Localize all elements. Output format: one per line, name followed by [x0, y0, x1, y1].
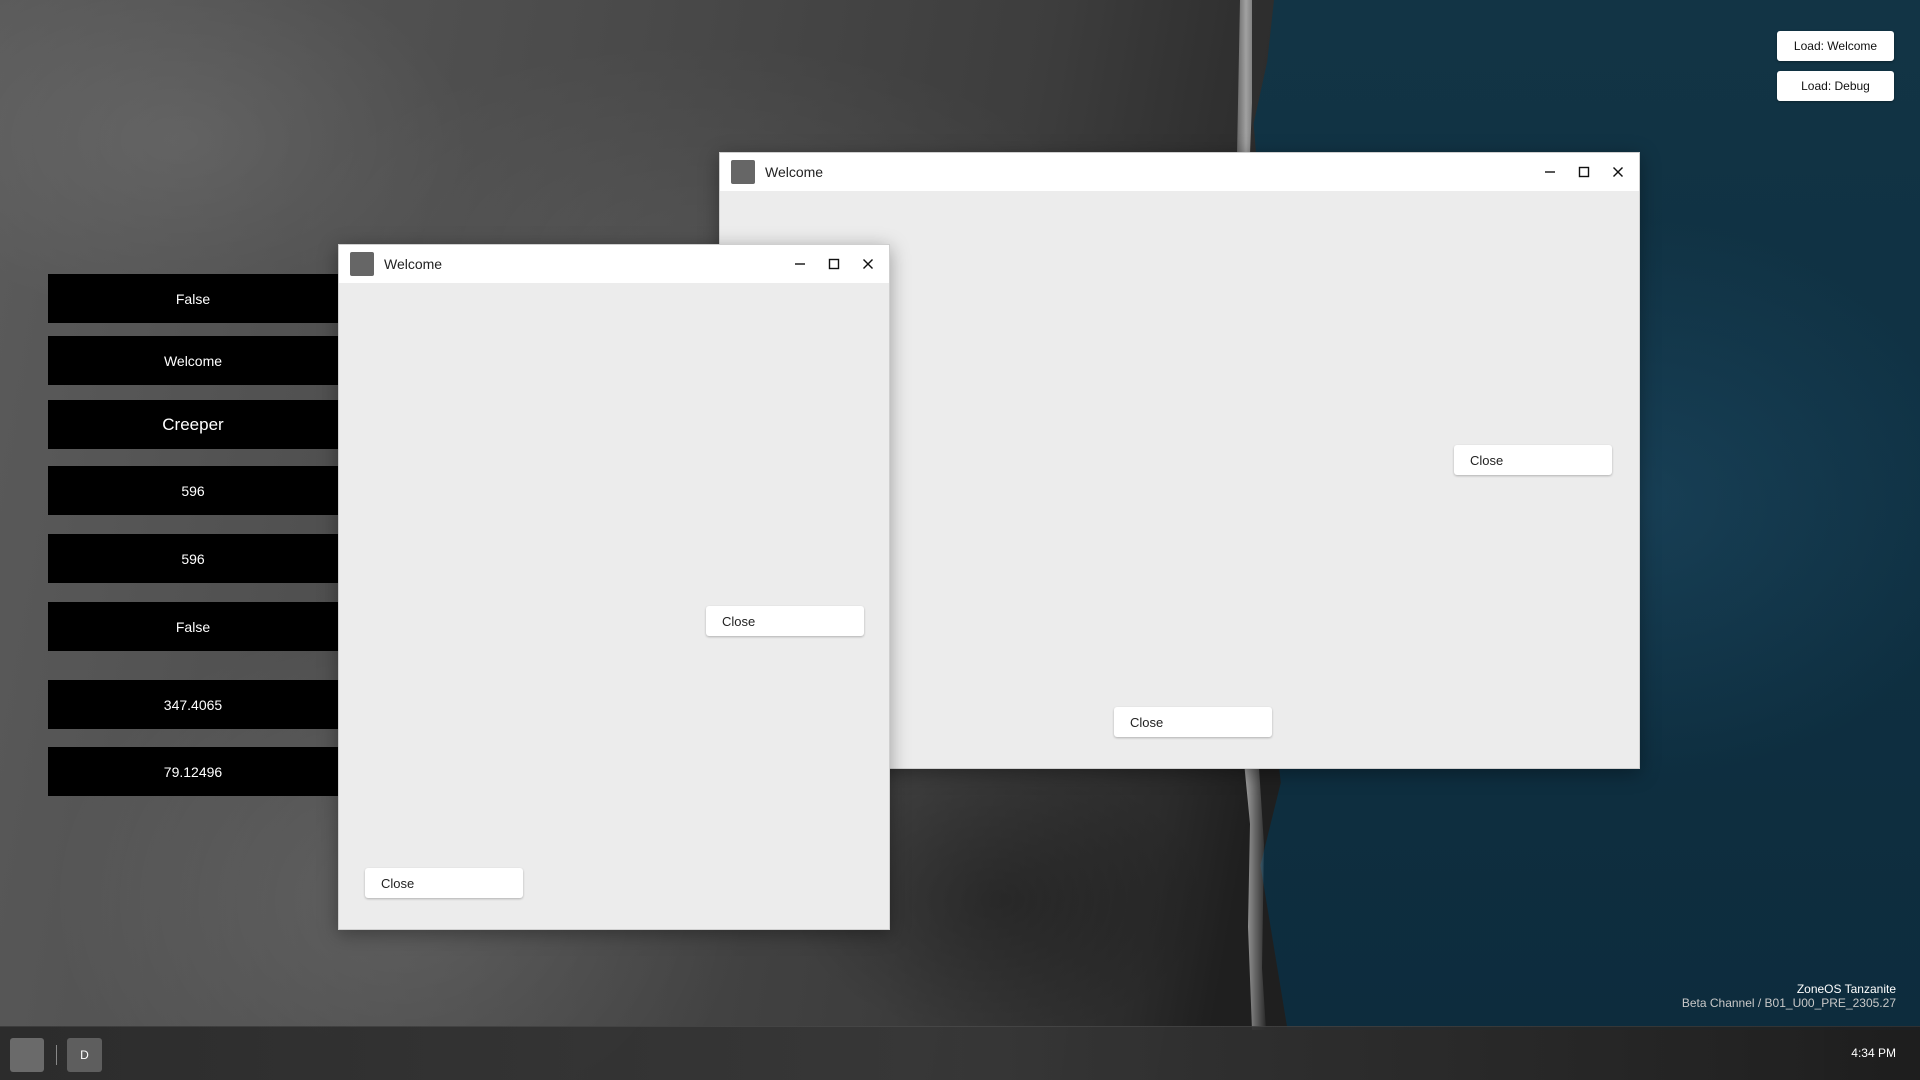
window-title: Welcome [765, 164, 824, 180]
os-name: ZoneOS Tanzanite [1796, 982, 1896, 996]
minimize-icon [795, 263, 805, 265]
close-button[interactable]: Close [706, 606, 864, 636]
maximize-button[interactable] [1567, 153, 1601, 191]
welcome-window-front[interactable]: Welcome Close Close [338, 244, 890, 930]
close-button[interactable]: Close [365, 868, 523, 898]
info-panel-3: Creeper [48, 400, 338, 449]
load-welcome-button[interactable]: Load: Welcome [1777, 31, 1894, 61]
info-panel-6: False [48, 602, 338, 651]
info-panel-7: 347.4065 [48, 680, 338, 729]
os-build: Beta Channel / B01_U00_PRE_2305.27 [1681, 996, 1896, 1010]
taskbar-clock[interactable]: 4:34 PM [1851, 1046, 1896, 1060]
load-debug-button[interactable]: Load: Debug [1777, 71, 1894, 101]
start-button[interactable] [10, 1038, 44, 1072]
window-titlebar[interactable]: Welcome [720, 153, 1639, 191]
os-version-info: ZoneOS Tanzanite Beta Channel / B01_U00_… [1682, 982, 1896, 1010]
app-icon [731, 160, 755, 184]
window-titlebar[interactable]: Welcome [339, 245, 889, 283]
maximize-button[interactable] [817, 245, 851, 283]
maximize-icon [828, 258, 840, 270]
close-icon [863, 259, 873, 269]
info-panel-8: 79.12496 [48, 747, 338, 796]
taskbar-app-button[interactable]: D [67, 1038, 102, 1072]
close-icon [1613, 167, 1623, 177]
info-panel-4: 596 [48, 466, 338, 515]
minimize-icon [1545, 171, 1555, 173]
close-window-button[interactable] [851, 245, 885, 283]
maximize-icon [1578, 166, 1590, 178]
taskbar: D 4:34 PM [0, 1026, 1920, 1080]
minimize-button[interactable] [783, 245, 817, 283]
info-panel-1: False [48, 274, 338, 323]
close-button[interactable]: Close [1114, 707, 1272, 737]
taskbar-separator [56, 1045, 57, 1065]
minimize-button[interactable] [1533, 153, 1567, 191]
info-panel-2: Welcome [48, 336, 338, 385]
close-window-button[interactable] [1601, 153, 1635, 191]
app-icon [350, 252, 374, 276]
info-panel-5: 596 [48, 534, 338, 583]
window-title: Welcome [384, 256, 443, 272]
close-button[interactable]: Close [1454, 445, 1612, 475]
